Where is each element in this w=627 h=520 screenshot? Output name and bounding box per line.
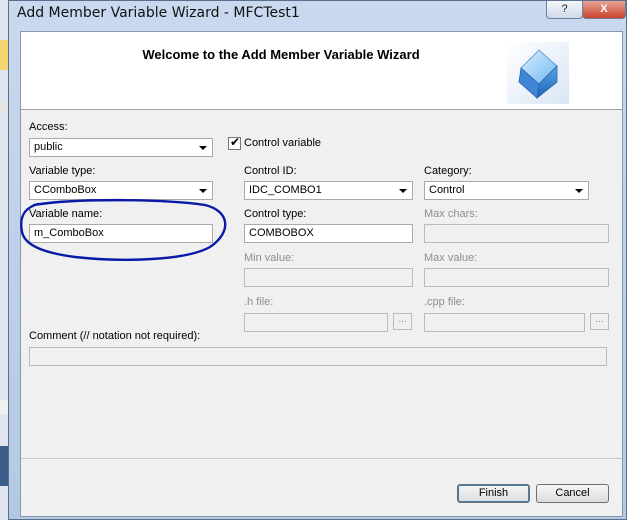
wizard-window: Add Member Variable Wizard - MFCTest1 ? … xyxy=(8,0,627,520)
cpp-file-label: .cpp file: xyxy=(424,296,465,308)
h-file-browse-button[interactable]: ... xyxy=(393,313,412,330)
access-label: Access: xyxy=(29,121,68,133)
variable-name-label: Variable name: xyxy=(29,208,103,220)
finish-button[interactable]: Finish xyxy=(457,484,530,503)
control-id-combobox[interactable]: IDC_COMBO1 xyxy=(244,181,413,200)
variable-type-label: Variable type: xyxy=(29,165,96,177)
dropdown-arrow-icon xyxy=(199,146,207,150)
category-value: Control xyxy=(429,184,465,196)
comment-input[interactable] xyxy=(29,347,607,366)
max-chars-label: Max chars: xyxy=(424,208,478,220)
max-value-label: Max value: xyxy=(424,252,478,264)
help-button[interactable]: ? xyxy=(546,1,583,19)
h-file-input[interactable] xyxy=(244,313,388,332)
variable-type-value: CComboBox xyxy=(34,184,97,196)
checkmark-icon: ✔ xyxy=(230,135,241,149)
cpp-file-input[interactable] xyxy=(424,313,585,332)
max-chars-input[interactable] xyxy=(424,224,609,243)
footer-divider xyxy=(21,458,622,459)
wizard-cube-icon xyxy=(507,42,569,104)
window-title: Add Member Variable Wizard - MFCTest1 xyxy=(17,5,300,21)
control-id-value: IDC_COMBO1 xyxy=(249,184,322,196)
min-value-input[interactable] xyxy=(244,268,413,287)
dropdown-arrow-icon xyxy=(199,189,207,193)
dialog-client-area: Welcome to the Add Member Variable Wizar… xyxy=(20,31,623,517)
wizard-heading: Welcome to the Add Member Variable Wizar… xyxy=(142,47,420,62)
cpp-file-browse-button[interactable]: ... xyxy=(590,313,609,330)
control-variable-label: Control variable xyxy=(244,137,322,149)
control-type-field[interactable]: COMBOBOX xyxy=(244,224,413,243)
cancel-button[interactable]: Cancel xyxy=(536,484,609,503)
control-type-value: COMBOBOX xyxy=(249,227,314,239)
variable-name-value: m_ComboBox xyxy=(34,227,104,239)
control-id-label: Control ID: xyxy=(244,165,297,177)
max-value-input[interactable] xyxy=(424,268,609,287)
control-type-label: Control type: xyxy=(244,208,307,220)
min-value-label: Min value: xyxy=(244,252,295,264)
category-label: Category: xyxy=(424,165,472,177)
variable-name-input[interactable]: m_ComboBox xyxy=(29,224,213,243)
comment-label: Comment (// notation not required): xyxy=(29,330,201,342)
access-value: public xyxy=(34,141,63,153)
h-file-label: .h file: xyxy=(244,296,274,308)
access-combobox[interactable]: public xyxy=(29,138,213,157)
dropdown-arrow-icon xyxy=(575,189,583,193)
category-combobox[interactable]: Control xyxy=(424,181,589,200)
dropdown-arrow-icon xyxy=(399,189,407,193)
variable-type-combobox[interactable]: CComboBox xyxy=(29,181,213,200)
control-variable-checkbox[interactable]: ✔ xyxy=(228,135,241,150)
wizard-header: Welcome to the Add Member Variable Wizar… xyxy=(21,32,622,110)
close-button[interactable]: X xyxy=(582,1,626,19)
title-bar[interactable]: Add Member Variable Wizard - MFCTest1 ? … xyxy=(9,1,626,27)
